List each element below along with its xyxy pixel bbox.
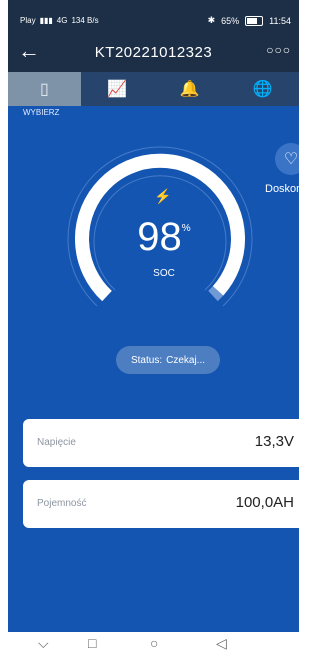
battery-status-icon [245, 15, 264, 26]
soc-unit: % [181, 223, 191, 234]
status-label: Status: [130, 354, 163, 366]
speed-label: 134 B/s [71, 16, 99, 25]
alarm-bell-icon: 🔔 [179, 81, 200, 98]
globe-icon: 🌐 [252, 81, 273, 98]
diagnosis-label: Doskona [265, 183, 299, 195]
tab-alarms[interactable]: 🔔 [154, 72, 227, 106]
capacity-card: Pojemność 100,0AH [23, 480, 299, 528]
app-screen: Play ▮▮▮ 4G 134 B/s ✱ 65% 11:54 ← KT2022… [8, 0, 299, 632]
capacity-value: 100,0AH [235, 494, 294, 511]
device-title: KT20221012323 [94, 44, 213, 61]
voltage-card: Napięcie 13,3V [23, 419, 299, 467]
app-header: ← KT20221012323 ○○○ [8, 34, 299, 72]
soc-value: 98% [104, 215, 224, 260]
chart-icon: 📈 [107, 81, 128, 98]
signal-icon: ▮▮▮ [39, 16, 53, 25]
soc-label: SOC [153, 268, 175, 279]
clock: 11:54 [269, 15, 291, 26]
status-bar: Play ▮▮▮ 4G 134 B/s ✱ 65% 11:54 [8, 0, 299, 34]
heart-check-icon: ♡ [283, 151, 299, 168]
network-type: 4G [56, 16, 68, 25]
nav-down-icon[interactable]: ⌵ [38, 635, 49, 652]
tab-bar: ▯ 📈 🔔 🌐 [8, 72, 299, 106]
charging-bolt-icon: ⚡ [154, 188, 172, 204]
nav-back-icon[interactable]: ◁ [216, 635, 227, 652]
diagnosis-button[interactable]: ♡ [275, 143, 299, 175]
tab-statistics[interactable]: 📈 [81, 72, 154, 106]
voltage-value: 13,3V [254, 433, 294, 450]
nav-recents-icon[interactable]: □ [88, 635, 96, 651]
status-pill: Status: Czekaj... [116, 346, 220, 374]
battery-percent: 65% [221, 15, 240, 26]
tab-battery[interactable]: ▯ [8, 72, 81, 106]
soc-number: 98 [137, 215, 182, 259]
system-nav-bar: ⌵ □ ○ ◁ [0, 632, 307, 654]
tab-globe[interactable]: 🌐 [226, 72, 299, 106]
battery-icon: ▯ [39, 81, 49, 98]
more-options-icon[interactable]: ○○○ [266, 43, 291, 57]
bluetooth-icon: ✱ [207, 15, 216, 25]
carrier-label: Play [20, 16, 36, 25]
select-label[interactable]: WYBIERZ [23, 108, 59, 117]
status-value: Czekaj... [166, 354, 206, 366]
nav-home-icon[interactable]: ○ [150, 635, 158, 651]
voltage-label: Napięcie [37, 437, 76, 448]
capacity-label: Pojemność [37, 498, 87, 509]
